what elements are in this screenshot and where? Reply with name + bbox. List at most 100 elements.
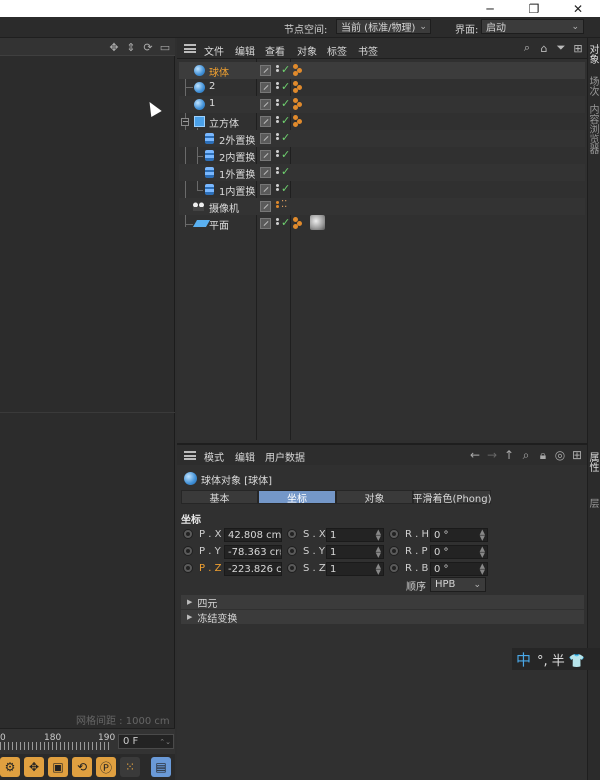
layer-icon[interactable] [260, 184, 271, 195]
keyframe-radio-icon[interactable] [183, 529, 193, 539]
keyframe-radio-icon[interactable] [287, 563, 297, 573]
menu-tag[interactable]: 标签 [327, 43, 347, 58]
disabled-dots-icon[interactable]: ⁚⁚ [281, 199, 287, 210]
enabled-check-icon[interactable]: ✓ [281, 182, 290, 195]
visibility-dots-icon[interactable] [275, 115, 280, 128]
enabled-check-icon[interactable]: ✓ [281, 114, 290, 127]
stepper-icon[interactable]: ▲▼ [281, 529, 282, 541]
material-tag-icon[interactable] [293, 115, 303, 127]
forward-arrow-icon[interactable]: → [485, 448, 499, 462]
layer-icon[interactable] [260, 201, 271, 212]
visibility-dots-icon[interactable] [275, 81, 280, 94]
film-icon[interactable]: ▤ [151, 757, 171, 777]
search-icon[interactable]: ⌕ [520, 41, 534, 55]
keyframe-radio-icon[interactable] [389, 563, 399, 573]
layer-icon[interactable] [260, 150, 271, 161]
hamburger-menu-icon[interactable] [184, 451, 196, 460]
material-tag-icon[interactable] [293, 217, 303, 229]
close-button[interactable]: ✕ [556, 0, 600, 17]
menu-object[interactable]: 对象 [297, 43, 317, 58]
menu-view[interactable]: 查看 [265, 43, 285, 58]
viewport[interactable] [0, 38, 175, 730]
record-icon[interactable]: ⚙ [0, 757, 20, 777]
material-tag-icon[interactable] [293, 64, 303, 76]
interface-dropdown[interactable]: 启动 ⌄ [481, 19, 584, 34]
restore-button[interactable]: ❐ [512, 0, 556, 17]
layer-icon[interactable] [260, 82, 271, 93]
keyframe-radio-icon[interactable] [183, 563, 193, 573]
enabled-check-icon[interactable]: ✓ [281, 80, 290, 93]
layer-icon[interactable] [260, 133, 271, 144]
home-icon[interactable]: ⌂ [537, 41, 551, 55]
expand-panel-icon[interactable]: ⊞ [570, 448, 584, 462]
menu-file[interactable]: 文件 [204, 43, 224, 58]
filter-icon[interactable]: ⏷ [554, 41, 568, 55]
up-arrow-icon[interactable]: ↑ [502, 448, 516, 462]
material-tag-icon[interactable] [293, 81, 303, 93]
list-item[interactable]: 2 ✓ [179, 79, 585, 96]
ime-mode[interactable]: 中 [516, 649, 531, 670]
minimize-button[interactable]: ─ [468, 0, 512, 17]
position-z-field[interactable]: -223.826 c▲▼ [224, 562, 282, 576]
keyframe-radio-icon[interactable] [183, 546, 193, 556]
list-item[interactable]: 2外置换 ✓ [179, 130, 585, 147]
list-item[interactable]: 立方体 ✓ [179, 113, 585, 130]
layer-icon[interactable] [260, 65, 271, 76]
keyframe-radio-icon[interactable] [287, 529, 297, 539]
lock-icon[interactable]: 🔒︎ [536, 448, 550, 462]
hamburger-menu-icon[interactable] [184, 44, 196, 53]
node-space-dropdown[interactable]: 当前 (标准/物理) ⌄ [336, 19, 431, 34]
visibility-dots-icon[interactable] [275, 200, 280, 213]
back-arrow-icon[interactable]: ← [468, 448, 482, 462]
enabled-check-icon[interactable]: ✓ [281, 97, 290, 110]
keyframe-radio-icon[interactable] [287, 546, 297, 556]
scale-y-field[interactable]: 1 ▲ ▼ [326, 545, 384, 559]
visibility-dots-icon[interactable] [275, 132, 280, 145]
scale-z-field[interactable]: 1 ▲ ▼ [326, 562, 384, 576]
keyframe-radio-icon[interactable] [389, 529, 399, 539]
list-item[interactable]: 2内置换 ✓ [179, 147, 585, 164]
layer-icon[interactable] [260, 99, 271, 110]
tab-coordinates[interactable]: 坐标 [258, 490, 336, 505]
visibility-dots-icon[interactable] [275, 183, 280, 196]
menu-edit[interactable]: 编辑 [235, 43, 255, 58]
menu-bookmark[interactable]: 书签 [358, 43, 378, 58]
expand-panel-icon[interactable]: ⊞ [571, 41, 585, 55]
keyframe-radio-icon[interactable] [389, 546, 399, 556]
stepper-icon[interactable]: ▲▼ [376, 529, 383, 541]
layer-icon[interactable] [260, 218, 271, 229]
position-x-field[interactable]: 42.808 cm▲▼ [224, 528, 282, 542]
group-quaternion[interactable]: ▶ 四元 [181, 595, 584, 610]
side-tab-layers[interactable]: 层 [587, 498, 600, 508]
group-freeze-transform[interactable]: ▶ 冻结变换 [181, 610, 584, 625]
ime-toolbar[interactable]: 中 °, 半 👕 [512, 648, 600, 670]
stepper-icon[interactable]: ▲▼ [279, 546, 281, 558]
rotation-order-dropdown[interactable]: HPB ⌄ [430, 577, 486, 592]
rotate-view-icon[interactable]: ⟳ [141, 40, 155, 54]
list-item[interactable]: 摄像机 ⁚⁚ [179, 198, 585, 215]
zoom-view-icon[interactable]: ⇕ [124, 40, 138, 54]
enabled-check-icon[interactable]: ✓ [281, 63, 290, 76]
search-icon[interactable]: ⌕ [519, 448, 533, 462]
rotation-p-field[interactable]: 0 ° ▲ ▼ [430, 545, 488, 559]
visibility-dots-icon[interactable] [275, 64, 280, 77]
parameter-key-icon[interactable]: Ⓟ [96, 757, 116, 777]
move-key-icon[interactable]: ✥ [24, 757, 44, 777]
scale-key-icon[interactable]: ▣ [48, 757, 68, 777]
scale-x-field[interactable]: 1 ▲ ▼ [326, 528, 384, 542]
list-item[interactable]: 球体 ✓ [179, 62, 585, 79]
menu-user-data[interactable]: 用户数据 [265, 449, 305, 464]
list-item[interactable]: 1内置换 ✓ [179, 181, 585, 198]
visibility-dots-icon[interactable] [275, 149, 280, 162]
texture-tag-icon[interactable] [310, 215, 325, 230]
target-icon[interactable]: ◎ [553, 448, 567, 462]
rotate-key-icon[interactable]: ⟲ [72, 757, 92, 777]
menu-edit[interactable]: 编辑 [235, 449, 255, 464]
maximize-view-icon[interactable]: ▭ [158, 40, 172, 54]
list-item[interactable]: 1外置换 ✓ [179, 164, 585, 181]
visibility-dots-icon[interactable] [275, 217, 280, 230]
move-view-icon[interactable]: ✥ [107, 40, 121, 54]
side-tab-attributes[interactable]: 属性 [587, 452, 600, 472]
menu-mode[interactable]: 模式 [204, 449, 224, 464]
stepper-icon[interactable]: ▲▼ [480, 563, 487, 575]
